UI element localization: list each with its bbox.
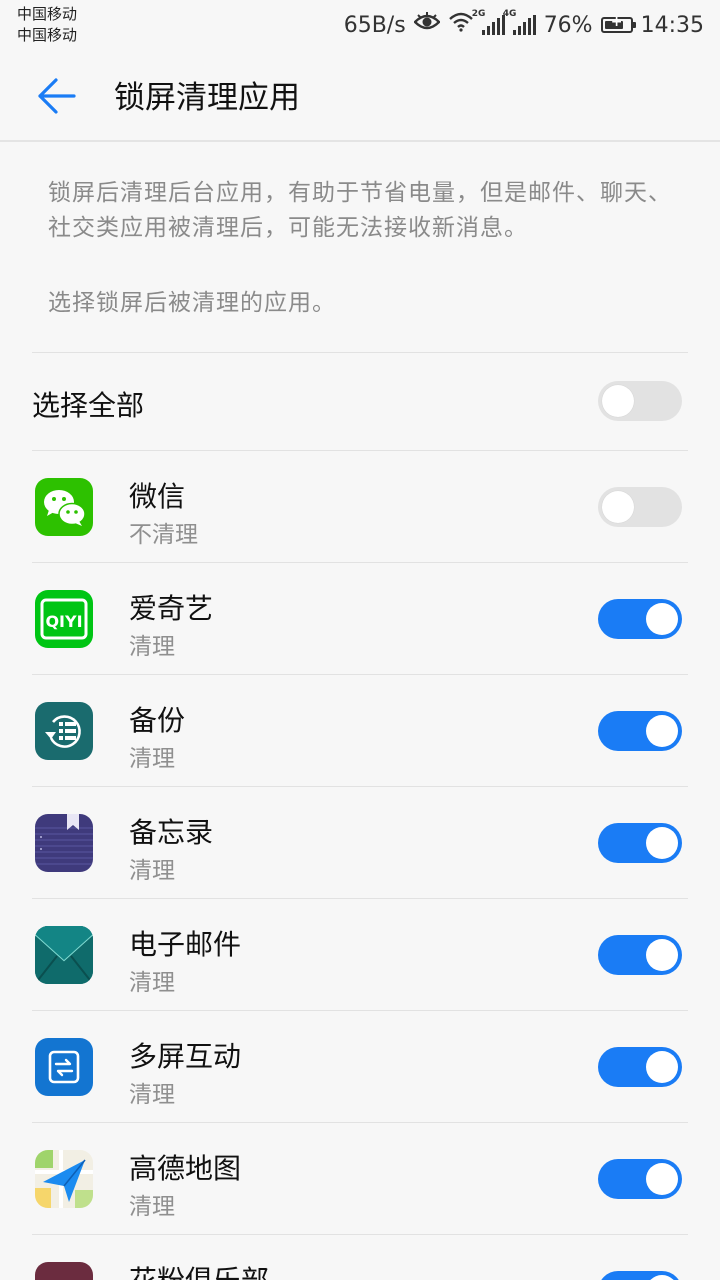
- email-icon: [35, 926, 93, 984]
- app-name: 电子邮件: [129, 928, 242, 961]
- list-item[interactable]: 多屏互动 清理: [0, 1011, 720, 1122]
- back-button[interactable]: [30, 74, 78, 118]
- app-status: 清理: [129, 746, 175, 772]
- app-name: 爱奇艺: [129, 592, 214, 625]
- multiscreen-icon: [35, 1038, 93, 1096]
- list-item[interactable]: 花粉俱乐部: [0, 1235, 720, 1280]
- huafen-club-icon: [35, 1262, 93, 1280]
- signal-strength-icon: 2G: [472, 9, 505, 35]
- carrier-label-2: 中国移动: [17, 26, 78, 44]
- status-bar: 中国移动 中国移动 65B/s 2G 4G 76% + 14:35: [0, 0, 720, 50]
- app-toggle[interactable]: [598, 1159, 682, 1199]
- app-status: 清理: [129, 634, 175, 660]
- app-status: 清理: [129, 1194, 175, 1220]
- app-name: 多屏互动: [129, 1040, 242, 1073]
- network-speed: 65B/s: [343, 12, 406, 38]
- app-name: 高德地图: [129, 1152, 242, 1185]
- wifi-icon: [448, 12, 474, 38]
- app-name: 微信: [129, 480, 186, 513]
- app-toggle[interactable]: [598, 711, 682, 751]
- list-item[interactable]: 高德地图 清理: [0, 1123, 720, 1234]
- description-text: 锁屏后清理后台应用，有助于节省电量，但是邮件、聊天、社交类应用被清理后，可能无法…: [48, 180, 672, 241]
- battery-icon: +: [600, 14, 636, 33]
- app-toggle[interactable]: [598, 823, 682, 863]
- select-all-toggle[interactable]: [598, 381, 682, 421]
- eye-comfort-icon: [412, 12, 441, 38]
- app-name: 备份: [129, 704, 186, 737]
- app-status: 清理: [129, 858, 175, 884]
- app-name: 花粉俱乐部: [129, 1259, 269, 1280]
- wechat-icon: [35, 478, 93, 536]
- list-item[interactable]: 备忘录 清理: [0, 787, 720, 898]
- list-item[interactable]: 电子邮件 清理: [0, 899, 720, 1010]
- app-bar: 锁屏清理应用: [0, 50, 720, 142]
- page-title: 锁屏清理应用: [114, 80, 300, 116]
- app-toggle[interactable]: [598, 1271, 682, 1280]
- list-item[interactable]: QIYI 爱奇艺 清理: [0, 563, 720, 674]
- carrier-label-1: 中国移动: [17, 5, 78, 23]
- backup-icon: [35, 702, 93, 760]
- clock: 14:35: [640, 12, 704, 38]
- battery-percent: 76%: [543, 12, 593, 38]
- amap-icon: [35, 1150, 93, 1208]
- select-all-label: 选择全部: [32, 389, 145, 422]
- signal-type-label: 2G: [471, 9, 486, 19]
- select-all-row[interactable]: 选择全部: [0, 352, 720, 450]
- app-status: 不清理: [129, 522, 198, 548]
- notepad-icon: [35, 814, 93, 872]
- svg-text:QIYI: QIYI: [45, 612, 82, 631]
- app-name: 备忘录: [129, 816, 214, 849]
- app-toggle[interactable]: [598, 1047, 682, 1087]
- signal-type-label: 4G: [502, 9, 517, 19]
- app-status: 清理: [129, 970, 175, 996]
- iqiyi-icon: QIYI: [35, 590, 93, 648]
- app-toggle[interactable]: [598, 487, 682, 527]
- app-status: 清理: [129, 1082, 175, 1108]
- arrow-left-icon: [38, 78, 76, 114]
- app-toggle[interactable]: [598, 935, 682, 975]
- list-item[interactable]: 备份 清理: [0, 675, 720, 786]
- app-toggle[interactable]: [598, 599, 682, 639]
- instruction-text: 选择锁屏后被清理的应用。: [48, 290, 336, 316]
- signal-strength-icon: 4G: [503, 9, 536, 35]
- list-item[interactable]: 微信 不清理: [0, 451, 720, 562]
